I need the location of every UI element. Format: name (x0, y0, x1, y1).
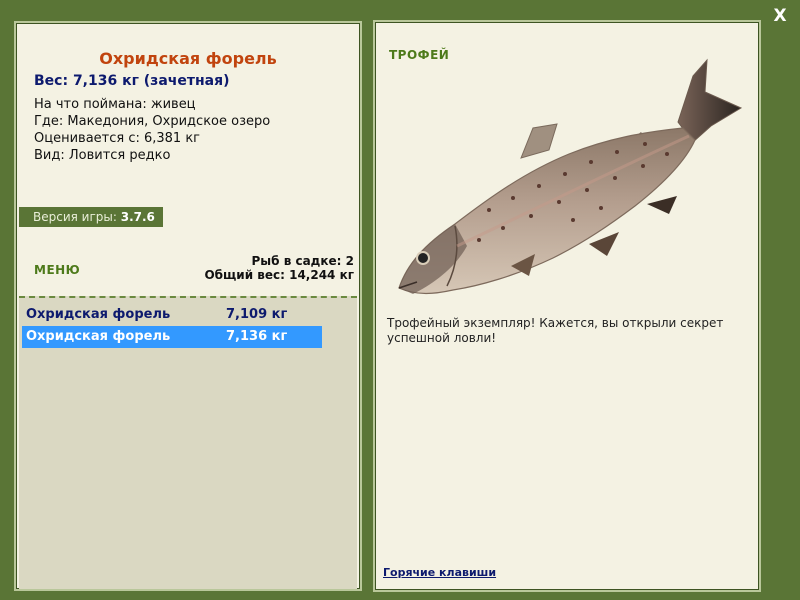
cage-stats: Рыб в садке: 2 Общий вес: 14,244 кг (204, 254, 354, 282)
cage-count: Рыб в садке: 2 (251, 254, 355, 268)
catch-list-item[interactable]: Охридская форель 7,109 кг (22, 304, 322, 326)
catch-list-item-selected[interactable]: Охридская форель 7,136 кг (22, 326, 322, 348)
menu-button[interactable]: МЕНЮ (34, 263, 80, 277)
fish-location: Где: Македония, Охридское озеро (34, 114, 271, 129)
trophy-description: Трофейный экземпляр! Кажется, вы открыли… (387, 316, 724, 345)
catch-list: Охридская форель 7,109 кг Охридская форе… (19, 296, 357, 589)
version-value: 3.7.6 (120, 210, 155, 224)
fish-bait: На что поймана: живец (34, 97, 196, 112)
fish-title: Охридская форель (99, 49, 277, 68)
version-badge: Версия игры: 3.7.6 (19, 207, 163, 227)
fish-kind: Вид: Ловится редко (34, 148, 171, 163)
fish-weight: Вес: 7,136 кг (зачетная) (34, 73, 230, 89)
catch-name: Охридская форель (26, 329, 171, 344)
fish-details: На что поймана: живец Где: Македония, Ох… (34, 96, 270, 164)
fish-info-panel: Охридская форель Вес: 7,136 кг (зачетная… (14, 21, 362, 591)
catch-weight: 7,136 кг (226, 329, 288, 344)
close-button[interactable]: X (770, 6, 790, 26)
catch-name: Охридская форель (26, 307, 171, 322)
version-label: Версия игры: (33, 210, 117, 224)
trophy-panel: ТРОФЕЙ Трофейный экземпляр! Кажется, вы … (373, 20, 761, 592)
trout-image (398, 58, 743, 295)
fish-rated-from: Оценивается с: 6,381 кг (34, 131, 201, 146)
close-icon: X (773, 6, 787, 26)
cage-total-weight: Общий вес: 14,244 кг (204, 268, 354, 282)
hotkeys-link[interactable]: Горячие клавиши (383, 566, 496, 579)
catch-weight: 7,109 кг (226, 307, 288, 322)
